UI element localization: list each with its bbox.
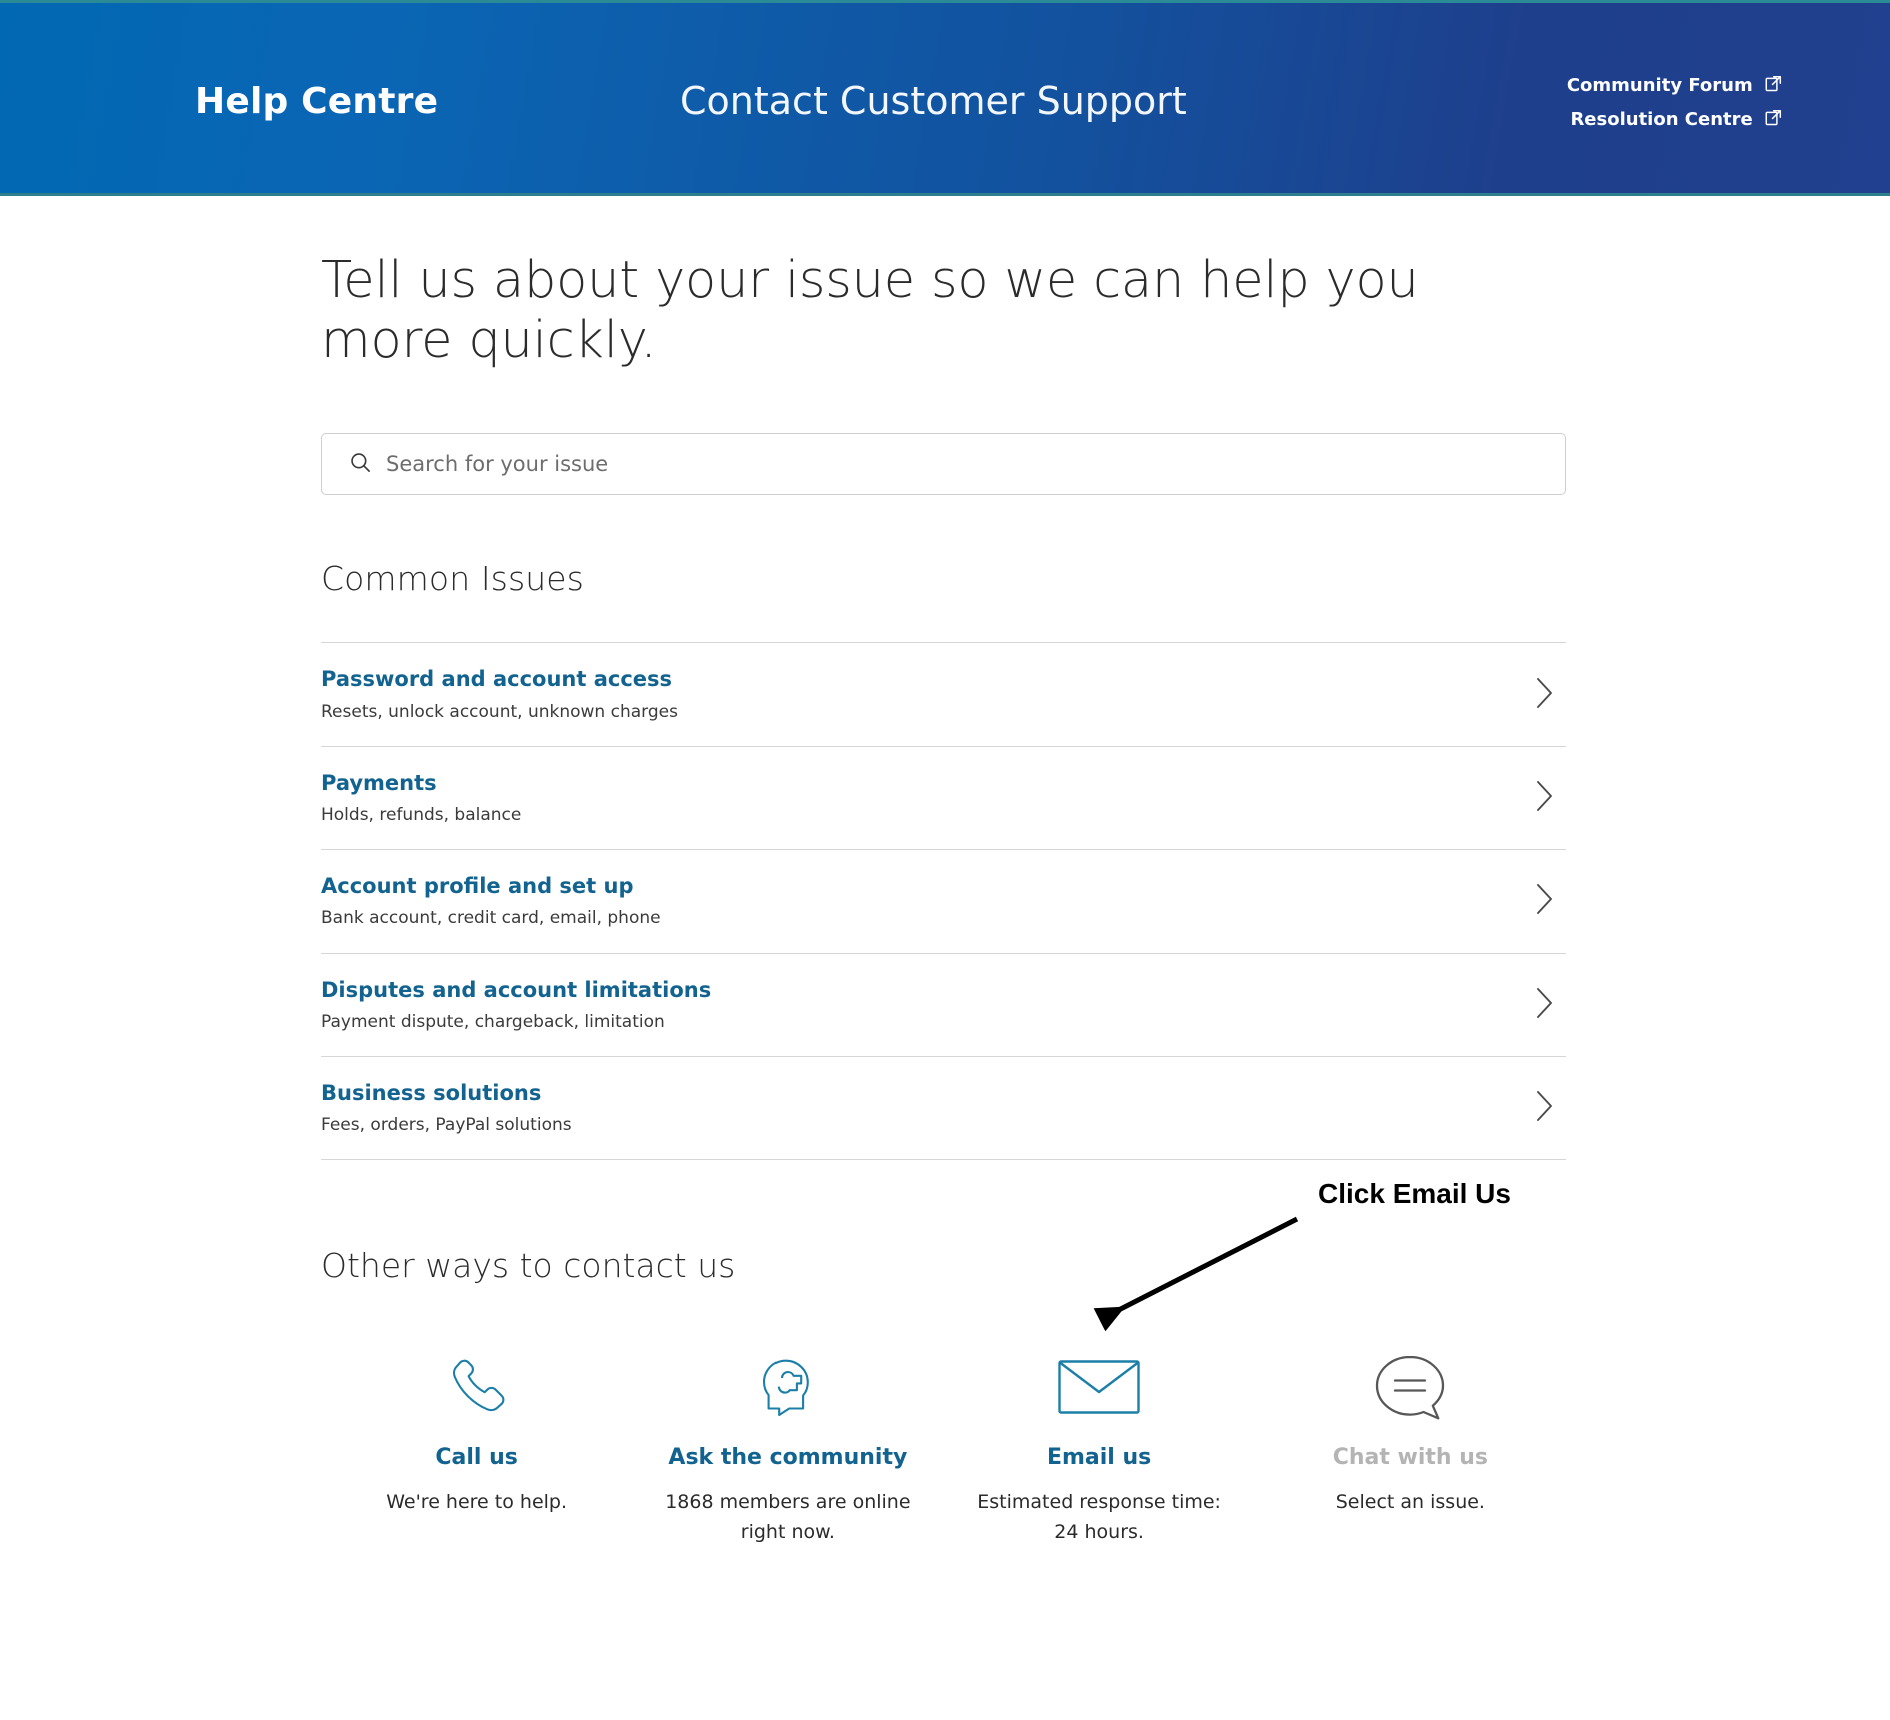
community-head-icon (638, 1341, 937, 1433)
issue-title: Disputes and account limitations (321, 977, 712, 1002)
issue-title: Account profile and set up (321, 874, 634, 899)
search-area (321, 433, 1566, 496)
chevron-right-icon (1534, 676, 1556, 714)
issue-text: Payments Holds, refunds, balance (321, 770, 561, 826)
header-link-resolution-centre-label: Resolution Centre (1570, 109, 1753, 130)
issue-row-payments[interactable]: Payments Holds, refunds, balance (321, 747, 1566, 851)
contact-option-description: Select an issue. (1335, 1491, 1485, 1514)
chat-bubble-icon (1261, 1341, 1560, 1433)
hero-heading: Tell us about your issue so we can help … (321, 251, 1419, 371)
search-box[interactable] (321, 433, 1566, 496)
issue-subtitle: Payment dispute, chargeback, limitation (321, 1011, 665, 1032)
phone-icon (327, 1341, 626, 1433)
contact-option-label: Call us (435, 1445, 518, 1471)
brand-help-centre[interactable]: Help Centre (195, 81, 438, 122)
header-link-resolution-centre[interactable]: Resolution Centre (1567, 103, 1782, 137)
chevron-right-icon (1534, 779, 1556, 817)
contact-option-description: 1868 members are online right now. (665, 1491, 911, 1543)
contact-option-call-us[interactable]: Call us We're here to help. (321, 1341, 632, 1517)
common-issues-title: Common Issues (321, 559, 584, 599)
chevron-right-icon (1534, 1089, 1556, 1127)
header-links: Community Forum Resolution Centre (1567, 69, 1782, 137)
issue-title: Payments (321, 770, 437, 795)
header-link-community-forum-label: Community Forum (1566, 75, 1753, 96)
contact-option-chat-with-us: Chat with us Select an issue. (1255, 1341, 1566, 1517)
contact-option-label: Chat with us (1332, 1445, 1489, 1471)
site-header: Help Centre Contact Customer Support Com… (0, 0, 1890, 196)
external-link-icon (1765, 70, 1782, 103)
issue-subtitle: Bank account, credit card, email, phone (321, 908, 661, 929)
issue-text: Account profile and set up Bank account,… (321, 873, 701, 929)
chevron-right-icon (1534, 882, 1556, 920)
contact-option-description: We're here to help. (386, 1491, 568, 1514)
contact-option-label: Email us (1046, 1445, 1152, 1471)
page-title: Contact Customer Support (680, 79, 1187, 123)
contact-option-ask-the-community[interactable]: Ask the community 1868 members are onlin… (632, 1341, 943, 1547)
chevron-right-icon (1534, 986, 1556, 1024)
issue-subtitle: Holds, refunds, balance (321, 805, 522, 826)
issue-row-disputes-and-account-limitations[interactable]: Disputes and account limitations Payment… (321, 954, 1566, 1057)
search-icon (349, 451, 372, 478)
envelope-icon (950, 1341, 1249, 1433)
header-inner: Help Centre Contact Customer Support Com… (0, 3, 1890, 193)
issue-row-account-profile-and-set-up[interactable]: Account profile and set up Bank account,… (321, 850, 1566, 954)
other-ways-title: Other ways to contact us (321, 1246, 736, 1286)
issue-title: Business solutions (321, 1080, 542, 1105)
issue-row-business-solutions[interactable]: Business solutions Fees, orders, PayPal … (321, 1057, 1566, 1161)
issue-subtitle: Resets, unlock account, unknown charges (321, 701, 678, 722)
common-issues-list: Password and account access Resets, unlo… (321, 642, 1566, 1161)
search-input[interactable] (386, 434, 1481, 495)
issue-subtitle: Fees, orders, PayPal solutions (321, 1115, 572, 1136)
header-link-community-forum[interactable]: Community Forum (1567, 69, 1782, 103)
content-column: Tell us about your issue so we can help … (321, 251, 1566, 1547)
issue-text: Disputes and account limitations Payment… (321, 977, 751, 1033)
main-content: Tell us about your issue so we can help … (0, 251, 1890, 1547)
issue-text: Password and account access Resets, unlo… (321, 666, 718, 722)
contact-option-label: Ask the community (668, 1445, 908, 1471)
contact-option-email-us[interactable]: Email us Estimated response time: 24 hou… (944, 1341, 1255, 1547)
contact-options: Call us We're here to help. Ask the comm… (321, 1341, 1566, 1547)
issue-row-password-and-account-access[interactable]: Password and account access Resets, unlo… (321, 643, 1566, 747)
external-link-icon (1765, 104, 1782, 137)
issue-title: Password and account access (321, 667, 673, 692)
issue-text: Business solutions Fees, orders, PayPal … (321, 1080, 612, 1136)
contact-option-description: Estimated response time: 24 hours. (977, 1491, 1221, 1543)
